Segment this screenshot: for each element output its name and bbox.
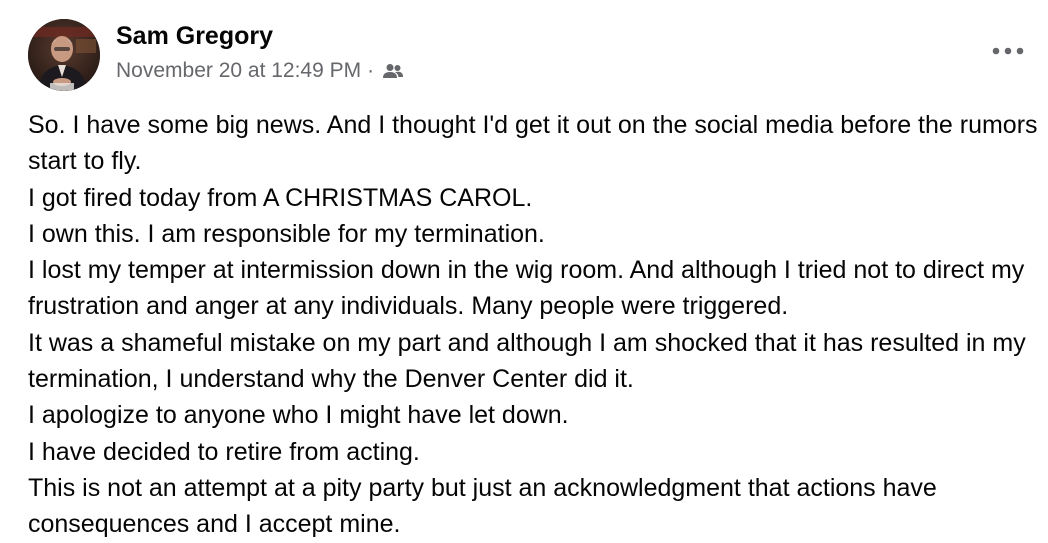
post-line: I got fired today from A CHRISTMAS CAROL… <box>28 183 533 212</box>
post-line: I apologize to anyone who I might have l… <box>28 401 569 430</box>
author-avatar[interactable] <box>28 19 100 91</box>
post-card: Sam Gregory November 20 at 12:49 PM · So… <box>0 0 1048 542</box>
post-timestamp[interactable]: November 20 at 12:49 PM <box>116 59 361 83</box>
post-line: I own this. I am responsible for my term… <box>28 219 545 248</box>
more-options-button[interactable] <box>984 34 1032 68</box>
post-line: I have decided to retire from acting. <box>28 437 420 466</box>
post-line: So. I have some big news. And I thought … <box>28 111 1038 176</box>
author-name[interactable]: Sam Gregory <box>116 22 273 51</box>
more-options-icon <box>992 47 1024 55</box>
post-line: I lost my temper at intermission down in… <box>28 256 1025 321</box>
post-meta: November 20 at 12:49 PM · <box>116 59 404 83</box>
meta-separator: · <box>367 59 375 82</box>
friends-icon[interactable] <box>382 63 404 79</box>
post-line: This is not an attempt at a pity party b… <box>28 473 937 539</box>
profile-photo-icon <box>28 19 100 91</box>
post-line: It was a shameful mistake on my part and… <box>28 328 1026 394</box>
post-body: So. I have some big news. And I thought … <box>28 107 1038 543</box>
